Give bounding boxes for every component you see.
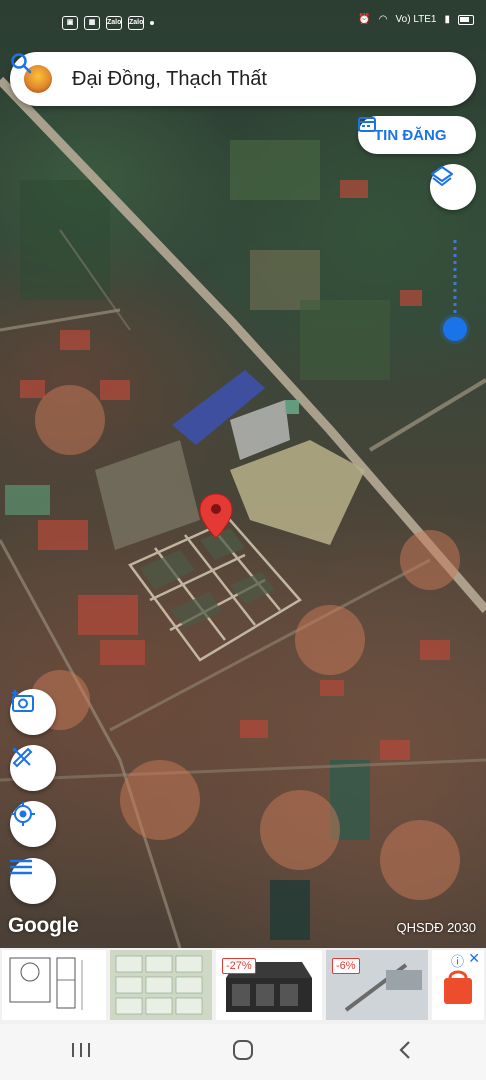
zalo-icon: Zalo bbox=[106, 16, 122, 30]
back-button[interactable] bbox=[375, 1032, 435, 1072]
info-icon[interactable]: ⓘ bbox=[451, 951, 464, 970]
technical-drawing-image bbox=[9, 957, 83, 1010]
search-query[interactable]: Đại Đồng, Thạch Thất bbox=[72, 68, 426, 91]
back-icon bbox=[397, 1039, 413, 1066]
status-bar: ▣ ▦ Zalo Zalo ⏰ ◠ Vo) LTE1 ▮ bbox=[0, 0, 486, 40]
gallery-icon: ▣ bbox=[62, 16, 78, 30]
alarm-icon: ⏰ bbox=[358, 14, 371, 25]
search-icon[interactable] bbox=[11, 53, 466, 99]
zalo-icon: Zalo bbox=[128, 16, 144, 30]
discount-badge: -27% bbox=[222, 958, 256, 974]
map-overlay-label: QHSDĐ 2030 bbox=[396, 920, 476, 935]
measure-button[interactable] bbox=[10, 745, 56, 791]
battery-icon bbox=[458, 14, 474, 25]
system-nav-bar bbox=[0, 1024, 486, 1080]
home-icon bbox=[232, 1039, 254, 1066]
menu-button[interactable] bbox=[10, 858, 56, 904]
label-stickers-image bbox=[115, 955, 203, 1015]
recent-apps-button[interactable] bbox=[51, 1032, 111, 1072]
satellite-map[interactable]: ▣ ▦ Zalo Zalo ⏰ ◠ Vo) LTE1 ▮ Đại Đồng, T… bbox=[0, 0, 486, 948]
ad-item-labels[interactable] bbox=[110, 950, 212, 1020]
add-photo-button[interactable] bbox=[10, 689, 56, 735]
signal-icon: ▮ bbox=[444, 14, 450, 25]
google-logo: Google bbox=[8, 914, 79, 937]
recent-apps-icon bbox=[70, 1041, 92, 1064]
layers-button[interactable] bbox=[430, 164, 476, 210]
search-bar[interactable]: Đại Đồng, Thạch Thất bbox=[10, 52, 476, 106]
ad-banner[interactable]: -27% -6% ⓘ ✕ bbox=[0, 948, 486, 1024]
network-label: Vo) LTE1 bbox=[395, 14, 437, 25]
more-notifications-icon bbox=[150, 21, 154, 25]
home-button[interactable] bbox=[213, 1032, 273, 1072]
tin-dang-label: TIN ĐĂNG bbox=[374, 126, 447, 144]
wifi-icon: ◠ bbox=[378, 14, 388, 25]
close-icon[interactable]: ✕ bbox=[468, 950, 480, 967]
my-location-dot bbox=[443, 317, 467, 341]
screen-icon: ▦ bbox=[84, 16, 100, 30]
discount-badge: -6% bbox=[332, 958, 360, 974]
tin-dang-button[interactable]: TIN ĐĂNG bbox=[358, 116, 476, 154]
my-location-button[interactable] bbox=[10, 801, 56, 847]
ad-item-tool[interactable]: -6% bbox=[326, 950, 428, 1020]
ad-item-watch-box[interactable]: -27% bbox=[216, 950, 322, 1020]
ad-item-drawing[interactable] bbox=[2, 950, 106, 1020]
